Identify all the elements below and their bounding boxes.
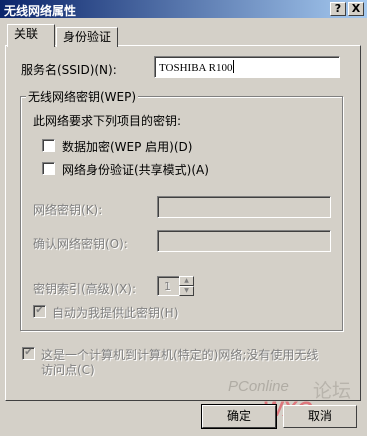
key-index-value: 1 — [164, 280, 171, 293]
help-button[interactable]: ? — [330, 2, 346, 16]
network-auth-label[interactable]: 网络身份验证(共享模式)(A) — [62, 161, 209, 178]
ssid-label: 服务名(SSID)(N): — [21, 63, 117, 77]
network-auth-checkbox[interactable] — [42, 162, 55, 175]
network-key-label: 网络密钥(K): — [33, 203, 103, 217]
key-index-spinner[interactable]: ▲ ▼ — [179, 276, 194, 296]
wep-group-title: 无线网络密钥(WEP) — [26, 88, 139, 105]
tab-association[interactable]: 关联 — [7, 24, 55, 47]
network-key-input[interactable] — [157, 196, 331, 218]
key-requirement-text: 此网络要求下列项目的密钥: — [33, 114, 182, 128]
spin-up-arrow-icon[interactable]: ▲ — [179, 276, 194, 286]
data-encryption-checkbox[interactable] — [42, 139, 55, 152]
adhoc-label-line2[interactable]: 访问点(C) — [41, 361, 95, 378]
key-index-input[interactable]: 1 — [157, 276, 180, 296]
key-index-label: 密钥索引(高级)(X): — [33, 282, 136, 296]
title-bar: 无线网络属性 ? X — [0, 0, 367, 18]
window-title: 无线网络属性 — [4, 4, 77, 18]
watermark-site: PConline — [228, 378, 289, 395]
ssid-input[interactable]: TOSHIBA R100 — [154, 56, 340, 78]
adhoc-checkbox[interactable]: ✔ — [22, 347, 35, 360]
auto-provide-label[interactable]: 自动为我提供此密钥(H) — [52, 304, 178, 321]
confirm-key-input[interactable] — [157, 230, 331, 252]
ok-button[interactable]: 确定 — [201, 404, 277, 429]
tab-authentication[interactable]: 身份验证 — [56, 27, 118, 47]
spin-down-arrow-icon[interactable]: ▼ — [179, 286, 194, 296]
close-button[interactable]: X — [348, 2, 364, 16]
watermark-forum: 论坛 — [313, 381, 352, 402]
ssid-value: TOSHIBA R100 — [159, 60, 235, 74]
text-caret — [233, 60, 235, 73]
cancel-button[interactable]: 取消 — [283, 405, 357, 428]
data-encryption-label[interactable]: 数据加密(WEP 启用)(D) — [62, 138, 192, 155]
confirm-key-label: 确认网络密钥(O): — [33, 237, 128, 251]
auto-provide-checkbox[interactable]: ✔ — [33, 305, 46, 318]
